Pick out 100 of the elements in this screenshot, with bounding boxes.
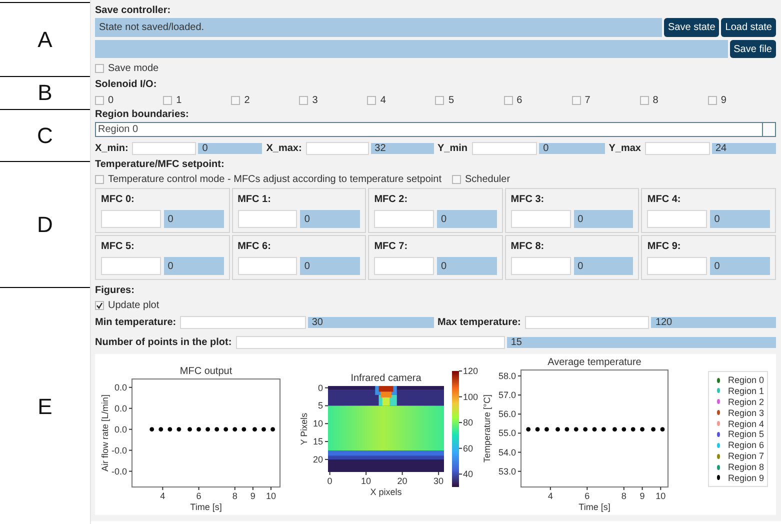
section-letter: B xyxy=(38,80,52,106)
checkbox[interactable] xyxy=(95,96,104,105)
data-point xyxy=(622,427,626,432)
checkbox-label: 9 xyxy=(720,95,726,106)
tick-label: 30 xyxy=(434,476,444,486)
tick-label: 60 xyxy=(463,443,474,454)
tick-label: 0 xyxy=(327,476,332,486)
checkbox[interactable] xyxy=(95,175,104,184)
tick-label: 10 xyxy=(312,418,323,429)
checkbox[interactable] xyxy=(299,96,308,105)
checkbox[interactable] xyxy=(504,96,513,105)
value-field: 0 xyxy=(164,257,224,275)
input-field[interactable] xyxy=(236,336,505,349)
tick-label: 0.0 xyxy=(114,424,127,434)
check-icon xyxy=(96,302,103,309)
input-field[interactable] xyxy=(645,142,710,154)
data-point xyxy=(526,427,531,432)
axis-label: Air flow rate [L/min] xyxy=(100,394,110,472)
save-file-button[interactable]: Save file xyxy=(730,40,776,58)
checkbox[interactable] xyxy=(708,96,717,105)
data-point xyxy=(630,427,636,432)
value-field: 0 xyxy=(710,257,770,275)
checkbox[interactable] xyxy=(435,96,444,105)
tick-label: 10 xyxy=(361,476,372,486)
tick-label: 20 xyxy=(312,454,323,464)
input-field[interactable] xyxy=(306,142,369,154)
tick-label: 20 xyxy=(397,476,408,486)
section-letter: E xyxy=(38,394,52,420)
tick-label: 9 xyxy=(250,491,256,501)
region-dropdown[interactable]: Region 0 xyxy=(95,122,776,137)
mfc-label: MFC 1: xyxy=(238,194,271,205)
value-field: 32 xyxy=(370,142,434,154)
input-field[interactable] xyxy=(472,142,538,154)
checkbox[interactable] xyxy=(452,175,461,184)
tick-label: 9 xyxy=(640,491,645,501)
field-label: Number of points in the plot: xyxy=(95,337,233,348)
input-field[interactable] xyxy=(180,316,306,329)
checkbox[interactable] xyxy=(163,96,172,105)
field-label: Y_max xyxy=(608,142,642,154)
input-field[interactable] xyxy=(101,210,161,228)
checkbox[interactable] xyxy=(95,301,104,310)
legend-label: Region 4 xyxy=(728,418,764,428)
legend-label: Region 8 xyxy=(728,462,764,472)
input-field[interactable] xyxy=(238,257,298,275)
checkbox-label: 6 xyxy=(516,95,522,106)
tick-label: 54.0 xyxy=(498,447,516,458)
tick-label: 8 xyxy=(621,491,626,501)
checkbox[interactable] xyxy=(367,96,376,105)
legend-label: Region 1 xyxy=(728,386,764,396)
tick-label: 10 xyxy=(656,491,666,501)
checkbox[interactable] xyxy=(572,96,581,105)
value-field: 0 xyxy=(539,142,605,154)
data-point xyxy=(252,427,257,432)
checkbox[interactable] xyxy=(95,64,104,73)
value-field: 0 xyxy=(574,257,634,275)
input-field[interactable] xyxy=(510,257,571,275)
tick-label: 4 xyxy=(160,491,166,501)
checkbox[interactable] xyxy=(231,96,240,105)
data-point xyxy=(224,427,228,432)
mfc-label: MFC 9: xyxy=(647,241,681,252)
checkbox[interactable] xyxy=(640,96,649,105)
legend-label: Region 9 xyxy=(728,472,764,483)
value-field: 0 xyxy=(164,210,224,228)
input-field[interactable] xyxy=(238,210,298,228)
input-field[interactable] xyxy=(647,210,708,228)
data-point xyxy=(556,427,560,432)
data-point xyxy=(242,427,246,432)
input-field[interactable] xyxy=(647,257,708,275)
legend-label: Region 7 xyxy=(728,451,764,462)
legend-label: Region 5 xyxy=(728,429,764,440)
input-field[interactable] xyxy=(101,257,161,275)
save-state-button[interactable]: Save state xyxy=(664,18,720,37)
input-field[interactable] xyxy=(374,210,434,228)
tick-label: 58.0 xyxy=(498,370,516,381)
field-label: X_min: xyxy=(95,142,130,154)
tick-label: 5 xyxy=(318,400,323,411)
checkbox-label: 2 xyxy=(244,95,250,106)
data-point xyxy=(168,427,172,432)
input-field[interactable] xyxy=(510,210,571,228)
data-point xyxy=(196,427,201,432)
mfc-label: MFC 2: xyxy=(374,194,408,205)
tick-label: 55.0 xyxy=(498,428,516,438)
tick-label: 40 xyxy=(463,469,474,480)
data-point xyxy=(158,427,164,432)
data-point xyxy=(270,427,275,432)
data-point xyxy=(150,427,154,432)
input-field[interactable] xyxy=(374,257,434,275)
input-field[interactable] xyxy=(524,316,650,329)
value-field: 0 xyxy=(437,210,497,228)
field-label: Min temperature: xyxy=(95,317,178,328)
load-state-button[interactable]: Load state xyxy=(721,18,776,37)
value-field: 120 xyxy=(651,317,776,328)
file-path-field[interactable] xyxy=(95,40,728,58)
tick-label: 120 xyxy=(463,366,478,376)
input-field[interactable] xyxy=(132,142,196,154)
data-point xyxy=(640,427,644,432)
tick-label: 6 xyxy=(196,491,202,501)
data-point xyxy=(592,427,597,432)
legend-label: Region 2 xyxy=(728,396,764,407)
checkbox-label: 4 xyxy=(380,95,386,106)
